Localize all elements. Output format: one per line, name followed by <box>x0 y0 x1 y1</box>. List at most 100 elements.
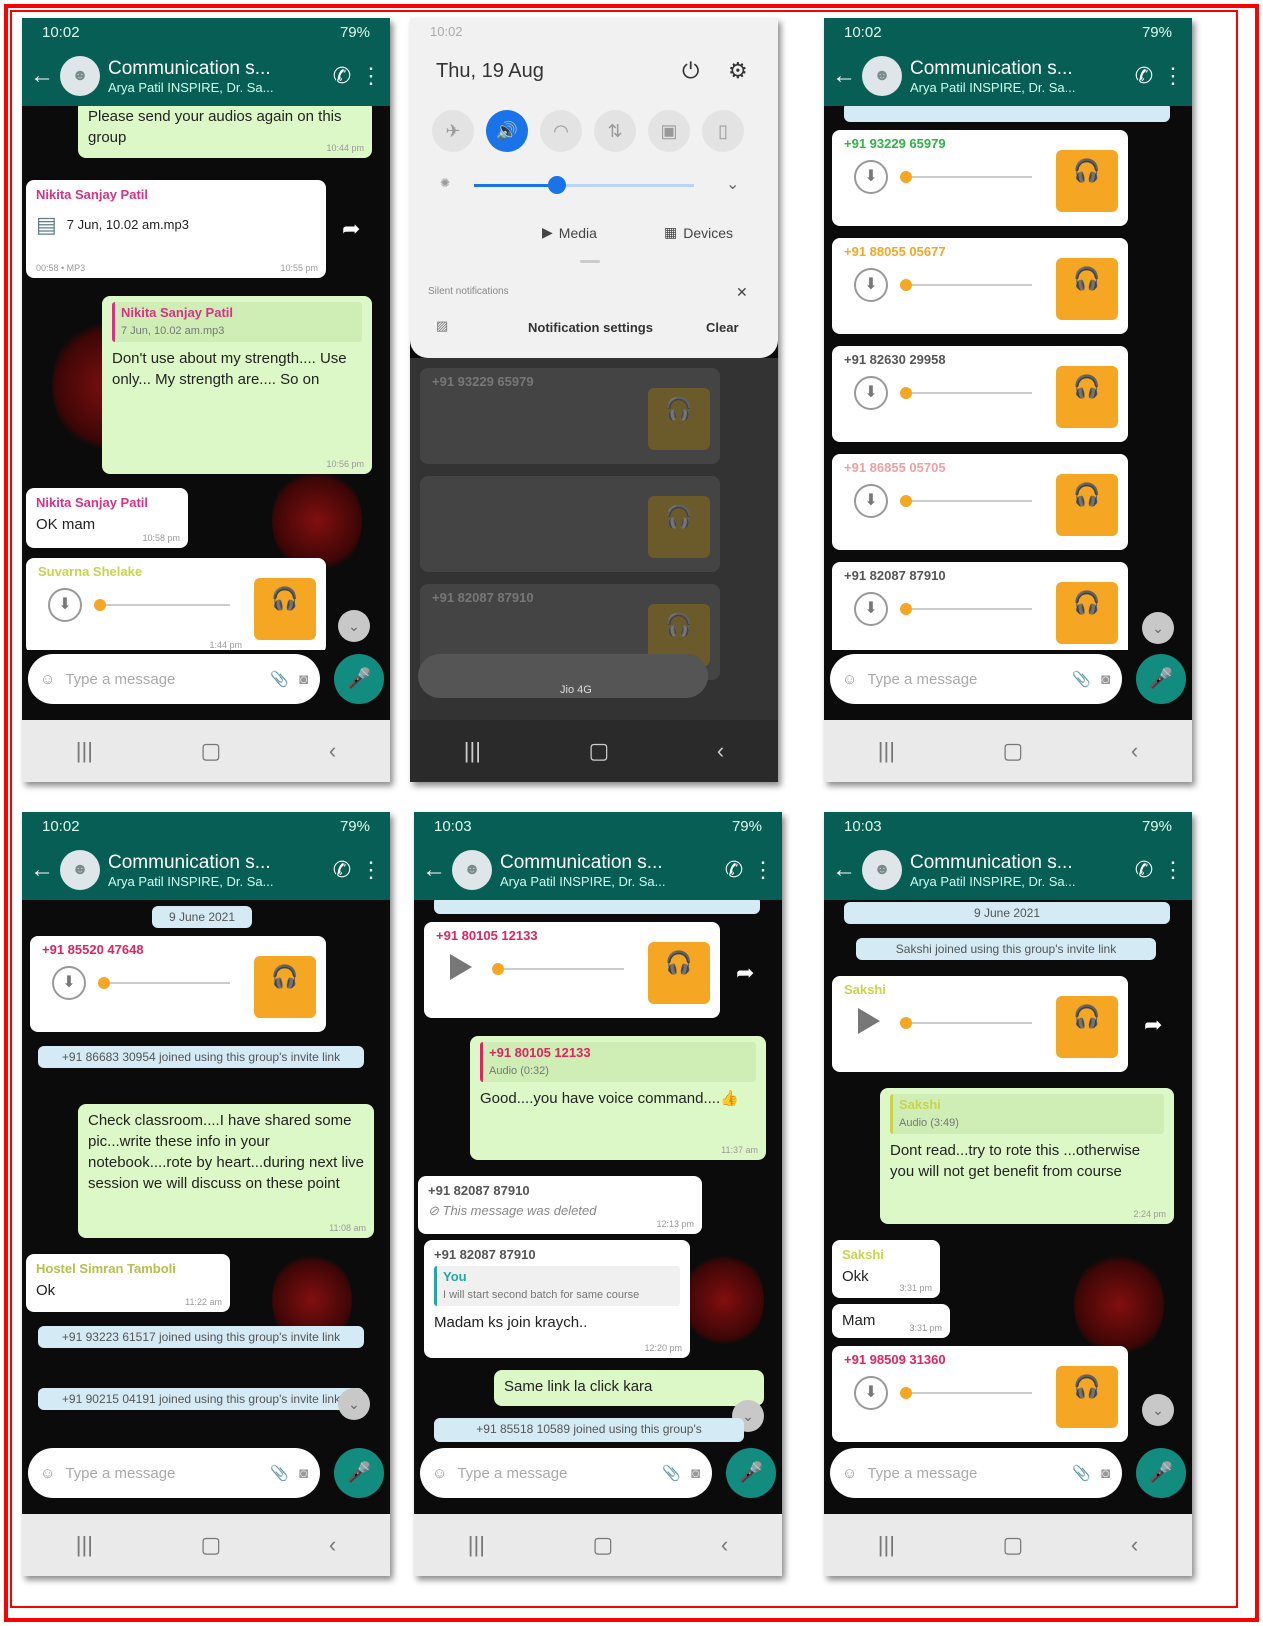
scroll-down-icon[interactable]: ⌄ <box>338 610 370 642</box>
message-bubble[interactable]: Same link la click kara <box>494 1370 764 1406</box>
message-input[interactable]: ☺ Type a message 📎 ◙ <box>28 1448 320 1498</box>
call-icon[interactable]: ✆ <box>1126 63 1162 89</box>
more-options-icon[interactable]: ⋮ <box>1162 857 1184 883</box>
home-icon[interactable]: ▢ <box>589 738 610 764</box>
audio-track[interactable] <box>104 982 230 984</box>
camera-icon[interactable]: ◙ <box>691 1465 700 1482</box>
more-options-icon[interactable]: ⋮ <box>360 857 382 883</box>
more-options-icon[interactable]: ⋮ <box>752 857 774 883</box>
sync-icon[interactable]: ▣ <box>648 110 690 152</box>
audio-seek-handle[interactable] <box>492 963 504 975</box>
attach-icon[interactable]: 📎 <box>270 670 289 688</box>
mic-icon[interactable]: 🎤 <box>1136 654 1186 704</box>
mobile-data-icon[interactable]: ⇅ <box>594 110 636 152</box>
message-bubble[interactable]: Nikita Sanjay Patil ▤ 7 Jun, 10.02 am.mp3… <box>26 180 326 278</box>
more-options-icon[interactable]: ⋮ <box>1162 63 1184 89</box>
audio-seek-handle[interactable] <box>900 495 912 507</box>
group-title[interactable]: Communication s... Arya Patil INSPIRE, Dr… <box>108 58 324 95</box>
message-bubble[interactable]: +91 82087 87910 You I will start second b… <box>424 1240 690 1358</box>
message-bubble[interactable]: +91 80105 12133 Audio (0:32) Good....you … <box>470 1036 766 1160</box>
call-icon[interactable]: ✆ <box>716 857 752 883</box>
audio-seek-handle[interactable] <box>900 1017 912 1029</box>
close-icon[interactable]: ✕ <box>736 284 748 301</box>
message-bubble[interactable]: Sakshi Okk 3:31 pm <box>832 1240 940 1298</box>
expand-chevron-icon[interactable]: ⌄ <box>726 174 739 194</box>
audio-seek-handle[interactable] <box>900 171 912 183</box>
recents-icon[interactable]: ||| <box>76 738 93 764</box>
audio-track[interactable] <box>498 968 624 970</box>
recents-icon[interactable]: ||| <box>878 1532 895 1558</box>
audio-message[interactable]: +91 88055 05677 ⬇ 🎧 <box>832 238 1128 334</box>
forward-icon[interactable]: ➦ <box>342 216 360 242</box>
audio-track[interactable] <box>906 608 1032 610</box>
settings-gear-icon[interactable]: ⚙ <box>728 58 748 84</box>
mic-icon[interactable]: 🎤 <box>1136 1448 1186 1498</box>
audio-seek-handle[interactable] <box>900 1387 912 1399</box>
group-avatar[interactable]: ☻ <box>60 56 100 96</box>
back-nav-icon[interactable]: ‹ <box>1131 738 1138 764</box>
call-icon[interactable]: ✆ <box>1126 857 1162 883</box>
recents-icon[interactable]: ||| <box>464 738 481 764</box>
audio-seek-handle[interactable] <box>900 387 912 399</box>
download-icon[interactable]: ⬇ <box>854 160 888 194</box>
sound-icon[interactable]: 🔊 <box>486 110 528 152</box>
message-bubble[interactable]: Nikita Sanjay Patil OK mam 10:58 pm <box>26 488 188 548</box>
download-icon[interactable]: ⬇ <box>854 484 888 518</box>
audio-track[interactable] <box>906 284 1032 286</box>
message-bubble[interactable]: Nikita Sanjay Patil 7 Jun, 10.02 am.mp3 D… <box>102 296 372 474</box>
wifi-icon[interactable]: ◠ <box>540 110 582 152</box>
home-icon[interactable]: ▢ <box>593 1532 614 1558</box>
media-button[interactable]: ▶ Media <box>542 224 597 241</box>
message-bubble[interactable]: Hostel Simran Tamboli Ok 11:22 am <box>26 1254 230 1312</box>
shade-handle[interactable] <box>580 260 600 263</box>
message-bubble[interactable]: Please send your audios again on this gr… <box>78 106 372 158</box>
back-nav-icon[interactable]: ‹ <box>329 738 336 764</box>
message-input[interactable]: ☺ Type a message 📎 ◙ <box>830 1448 1122 1498</box>
audio-message[interactable]: Sakshi 🎧 <box>832 976 1128 1072</box>
audio-track[interactable] <box>906 1392 1032 1394</box>
group-title[interactable]: Communication s... Arya Patil INSPIRE, Dr… <box>910 58 1126 95</box>
message-bubble[interactable]: Check classroom....I have shared some pi… <box>78 1104 374 1238</box>
forward-icon[interactable]: ➦ <box>736 960 754 986</box>
recents-icon[interactable]: ||| <box>468 1532 485 1558</box>
audio-seek-handle[interactable] <box>900 279 912 291</box>
attach-icon[interactable]: 📎 <box>1072 1464 1091 1482</box>
attach-icon[interactable]: 📎 <box>662 1464 681 1482</box>
scroll-down-icon[interactable]: ⌄ <box>1142 1394 1174 1426</box>
audio-message[interactable]: Suvarna Shelake ⬇ 🎧 1:44 pm <box>26 558 326 650</box>
mic-icon[interactable]: 🎤 <box>334 1448 384 1498</box>
camera-icon[interactable]: ◙ <box>1101 671 1110 688</box>
play-icon[interactable] <box>858 1008 880 1034</box>
rotate-icon[interactable]: ▯ <box>702 110 744 152</box>
camera-icon[interactable]: ◙ <box>1101 1465 1110 1482</box>
attach-icon[interactable]: 📎 <box>1072 670 1091 688</box>
brightness-handle[interactable] <box>548 176 566 194</box>
audio-track[interactable] <box>906 392 1032 394</box>
group-avatar[interactable]: ☻ <box>862 850 902 890</box>
audio-message[interactable]: +91 93229 65979 ⬇ 🎧 <box>832 130 1128 226</box>
audio-seek-handle[interactable] <box>98 977 110 989</box>
audio-track[interactable] <box>906 176 1032 178</box>
back-arrow-icon[interactable]: ← <box>832 62 856 90</box>
message-bubble[interactable]: Sakshi Audio (3:49) Dont read...try to ro… <box>880 1088 1174 1224</box>
mic-icon[interactable]: 🎤 <box>334 654 384 704</box>
back-arrow-icon[interactable]: ← <box>422 856 446 884</box>
group-title[interactable]: Communication s... Arya Patil INSPIRE, Dr… <box>108 852 324 889</box>
back-nav-icon[interactable]: ‹ <box>717 738 724 764</box>
scroll-down-icon[interactable]: ⌄ <box>1142 612 1174 644</box>
back-arrow-icon[interactable]: ← <box>832 856 856 884</box>
group-avatar[interactable]: ☻ <box>452 850 492 890</box>
audio-track[interactable] <box>906 1022 1032 1024</box>
audio-track[interactable] <box>100 604 230 606</box>
message-input[interactable]: ☺ Type a message 📎 ◙ <box>420 1448 712 1498</box>
download-icon[interactable]: ⬇ <box>48 588 82 622</box>
attach-icon[interactable]: 📎 <box>270 1464 289 1482</box>
emoji-icon[interactable]: ☺ <box>842 671 857 688</box>
home-icon[interactable]: ▢ <box>1003 738 1024 764</box>
audio-message[interactable]: +91 80105 12133 🎧 <box>424 922 720 1018</box>
audio-message[interactable]: +91 82630 29958 ⬇ 🎧 <box>832 346 1128 442</box>
forward-icon[interactable]: ➦ <box>1144 1012 1162 1038</box>
back-nav-icon[interactable]: ‹ <box>1131 1532 1138 1558</box>
recents-icon[interactable]: ||| <box>878 738 895 764</box>
home-icon[interactable]: ▢ <box>201 1532 222 1558</box>
